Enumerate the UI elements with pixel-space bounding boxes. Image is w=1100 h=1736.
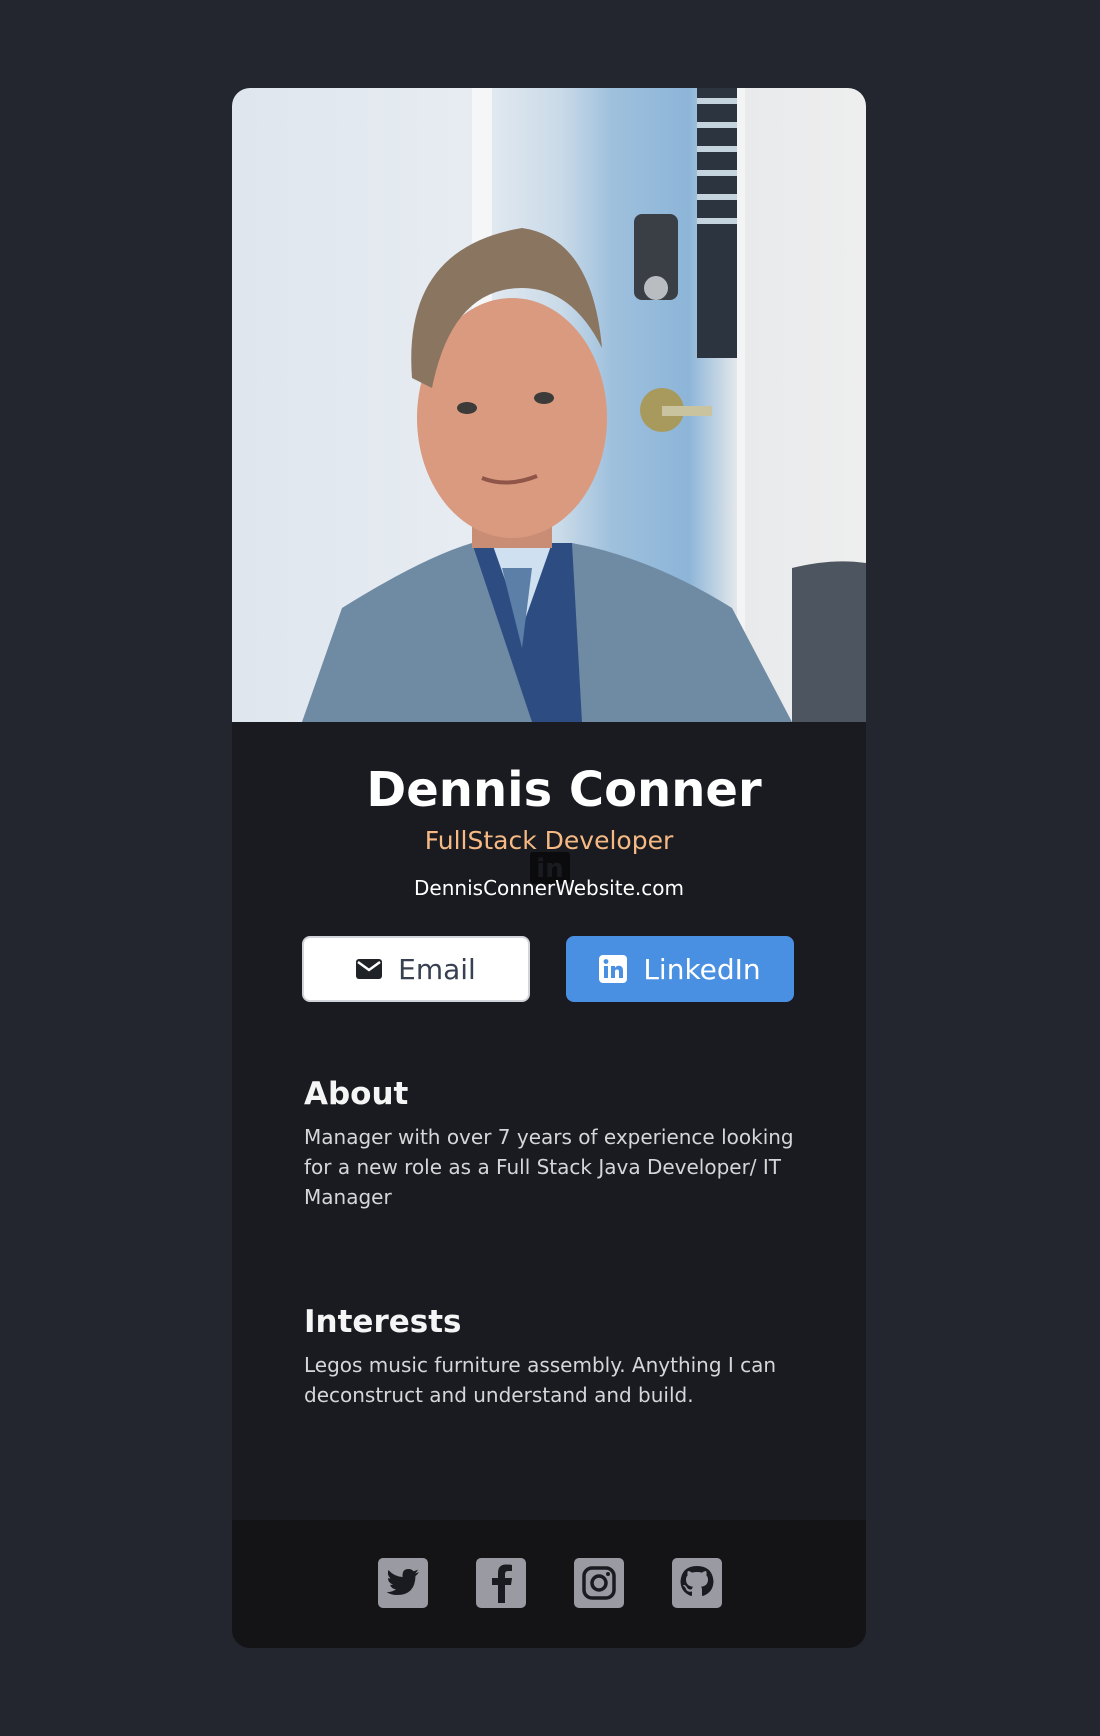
profile-website-link[interactable]: DennisConnerWebsite.com xyxy=(232,876,866,900)
interests-text: Legos music furniture assembly. Anything… xyxy=(304,1353,777,1407)
linkedin-button[interactable]: LinkedIn xyxy=(566,936,794,1002)
profile-photo-art xyxy=(302,88,866,722)
about-heading: About xyxy=(304,1076,409,1112)
profile-role: FullStack Developer xyxy=(424,826,674,855)
profile-name: Dennis Conner xyxy=(366,762,762,818)
envelope-icon xyxy=(356,959,383,979)
email-button[interactable]: Email xyxy=(302,936,530,1002)
interests-heading: Interests xyxy=(304,1304,462,1340)
linkedin-icon xyxy=(599,955,628,983)
twitter-icon[interactable] xyxy=(378,1558,428,1608)
email-button-label: Email xyxy=(398,952,476,986)
facebook-icon[interactable] xyxy=(476,1558,526,1608)
social-footer xyxy=(232,1520,866,1648)
linkedin-button-label: LinkedIn xyxy=(643,952,761,986)
github-icon[interactable] xyxy=(672,1558,722,1608)
about-text: Manager with over 7 years of experience … xyxy=(304,1125,794,1209)
instagram-icon[interactable] xyxy=(574,1558,624,1608)
profile-photo xyxy=(232,88,866,722)
profile-card: Dennis Conner FullStack Developer in Den… xyxy=(232,88,866,1648)
